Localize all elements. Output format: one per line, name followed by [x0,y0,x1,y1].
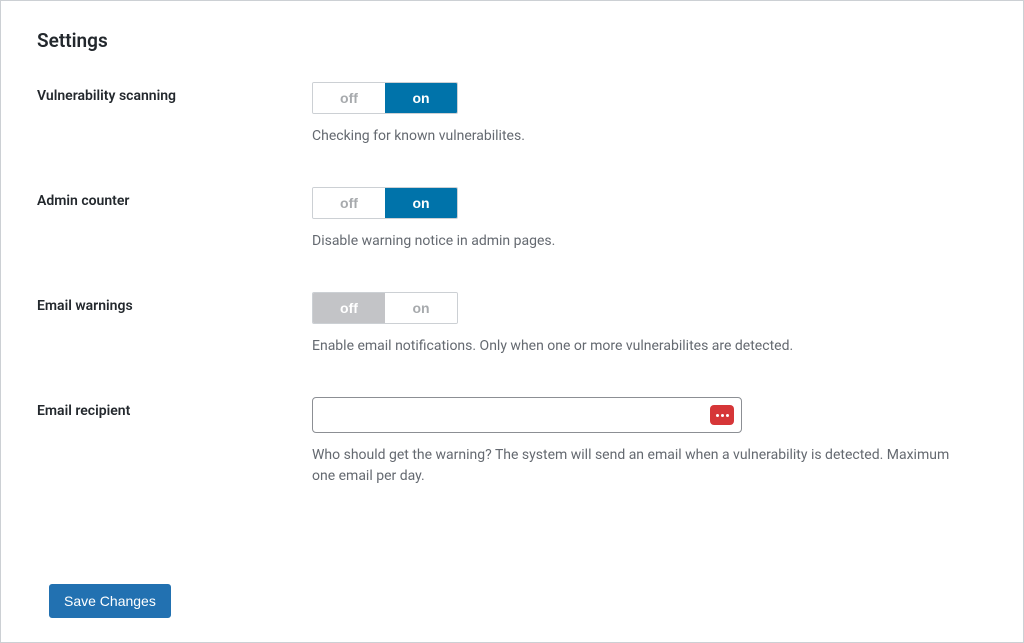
toggle-off-admin-counter[interactable]: off [313,188,385,218]
row-email-warnings: Email warnings off on Enable email notif… [37,292,987,357]
save-button[interactable]: Save Changes [49,584,171,618]
row-admin-counter: Admin counter off on Disable warning not… [37,187,987,252]
settings-panel: Settings Vulnerability scanning off on C… [0,0,1024,643]
description-email-recipient: Who should get the warning? The system w… [312,445,972,487]
toggle-off-email-warnings[interactable]: off [313,293,385,323]
description-email-warnings: Enable email notifications. Only when on… [312,336,972,357]
toggle-on-admin-counter[interactable]: on [385,188,457,218]
control-email-recipient: Who should get the warning? The system w… [312,397,987,487]
row-vulnerability-scanning: Vulnerability scanning off on Checking f… [37,82,987,147]
toggle-off-vulnerability-scanning[interactable]: off [313,83,385,113]
toggle-vulnerability-scanning[interactable]: off on [312,82,458,114]
label-email-warnings: Email warnings [37,292,312,314]
row-email-recipient: Email recipient Who should get the warni… [37,397,987,487]
control-admin-counter: off on Disable warning notice in admin p… [312,187,987,252]
toggle-admin-counter[interactable]: off on [312,187,458,219]
label-email-recipient: Email recipient [37,397,312,419]
control-vulnerability-scanning: off on Checking for known vulnerabilites… [312,82,987,147]
label-vulnerability-scanning: Vulnerability scanning [37,82,312,104]
toggle-email-warnings[interactable]: off on [312,292,458,324]
label-admin-counter: Admin counter [37,187,312,209]
control-email-warnings: off on Enable email notifications. Only … [312,292,987,357]
email-recipient-input[interactable] [312,397,742,433]
toggle-on-vulnerability-scanning[interactable]: on [385,83,457,113]
email-input-wrap [312,397,742,433]
page-title: Settings [37,29,987,52]
password-manager-icon[interactable] [710,405,734,425]
toggle-on-email-warnings[interactable]: on [385,293,457,323]
description-admin-counter: Disable warning notice in admin pages. [312,231,972,252]
description-vulnerability-scanning: Checking for known vulnerabilites. [312,126,972,147]
